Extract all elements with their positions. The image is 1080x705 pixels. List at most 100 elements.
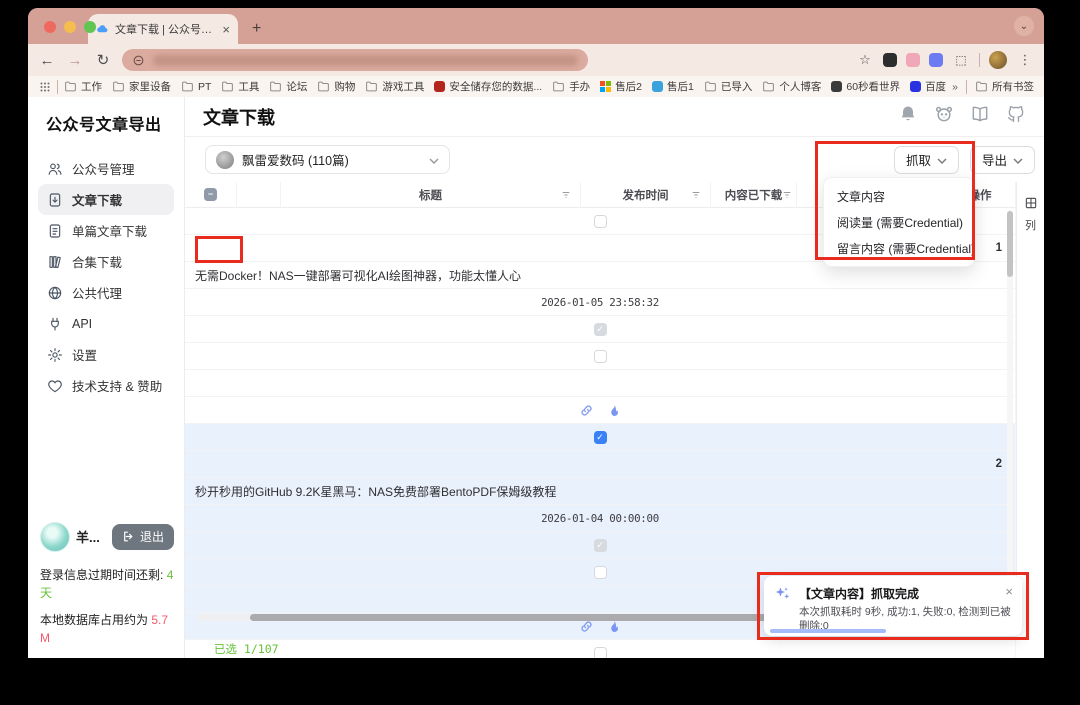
bookmarks-divider [966,80,967,94]
file-text-icon [47,223,63,239]
tab-search-icon[interactable]: ⌄ [1014,16,1034,36]
sidebar-item-gear[interactable]: 设置 [38,339,174,370]
sidebar-item-plug[interactable]: API [38,308,174,339]
extension-icon[interactable] [929,53,943,67]
bookmark-item[interactable]: 个人博客 [762,79,821,94]
bookmark-item[interactable]: 工作 [64,79,102,94]
tab-close-icon[interactable]: × [222,23,230,36]
extensions-puzzle-icon[interactable]: ⬚ [952,53,970,67]
row-select-checkbox[interactable]: ✓ [185,424,1016,451]
bookmark-item[interactable]: 家里设备 [112,79,171,94]
logout-button[interactable]: 退出 [112,524,174,550]
docs-book-icon[interactable] [970,104,990,129]
address-bar[interactable] [122,49,588,71]
folder-icon [181,80,194,93]
toast-close-icon[interactable]: × [999,585,1013,598]
all-bookmarks[interactable]: 所有书签 [975,79,1034,94]
folder-icon [221,80,234,93]
toast-progress-bar [770,629,886,633]
column-toggle-label[interactable]: 列 [1025,217,1036,233]
filter-icon[interactable] [561,190,571,200]
select-all-checkbox[interactable]: − [185,182,237,208]
url-redacted [153,55,578,66]
notification-bell-icon[interactable] [898,104,918,129]
folder-icon [317,80,330,93]
sidebar-item-file-download[interactable]: 文章下载 [38,184,174,215]
publish-time: 2026-01-05 23:58:32 [185,289,1016,316]
bookmark-item[interactable]: 游戏工具 [365,79,424,94]
dropdown-item[interactable]: 留言内容 (需要Credential) [824,235,974,261]
plug-icon [47,316,63,332]
reload-icon[interactable]: ↻ [94,51,112,69]
zoom-window-button[interactable] [84,21,96,33]
bookmark-item[interactable]: 售后1 [652,79,694,94]
extension-icon[interactable] [906,53,920,67]
bookmark-item[interactable]: 已导入 [704,79,753,94]
minimize-window-button[interactable] [64,21,76,33]
sidebar-item-library[interactable]: 合集下载 [38,246,174,277]
filter-icon[interactable] [691,190,701,200]
row-actions [185,397,1016,424]
copy-link-icon[interactable] [579,403,594,418]
fetch-fire-icon[interactable] [607,403,622,418]
chevron-down-icon [429,153,439,167]
chevron-down-icon [1013,153,1023,167]
globe-icon [47,285,63,301]
bookmarks-list: 工作家里设备 PT 工具论坛购物游戏工具安全储存您的数据... 手办售后2 售后1 已导入… [64,79,946,94]
login-expiry-note: 登录信息过期时间还剩: 4 天 [38,562,174,603]
bookmark-item[interactable]: 百度一下，你就知道 [910,79,946,94]
chevron-down-icon [937,153,947,167]
browser-menu-icon[interactable]: ⋮ [1016,52,1034,68]
sidebar-item-globe[interactable]: 公共代理 [38,277,174,308]
dropdown-item[interactable]: 阅读量 (需要Credential) [824,209,974,235]
tab-strip: 文章下载 | 公众号文章导出 × + ⌄ [28,8,1044,44]
close-window-button[interactable] [44,21,56,33]
forward-icon[interactable]: → [66,52,84,69]
bookmark-star-icon[interactable]: ☆ [856,52,874,68]
main-panel: 文章下载 飘雷爱数码 (110篇) [185,97,1044,658]
browser-toolbar: ← → ↻ ☆ ⬚ ⋮ [28,44,1044,76]
site-favicon [831,81,842,92]
filter-icon[interactable] [782,190,792,200]
account-select[interactable]: 飘雷爱数码 (110篇) [205,145,450,174]
bookmark-item[interactable]: 手办 [552,79,590,94]
profile-avatar[interactable] [989,51,1007,69]
bookmark-item[interactable]: PT [181,80,211,93]
fetch-button[interactable]: 抓取 [894,146,959,174]
bookmark-item[interactable]: 售后2 [600,79,642,94]
sidebar-item-heart[interactable]: 技术支持 & 赞助 [38,370,174,401]
export-button[interactable]: 导出 [970,146,1035,174]
mascot-dog-icon[interactable] [934,104,954,129]
browser-tab[interactable]: 文章下载 | 公众号文章导出 × [88,14,238,44]
logout-icon [122,530,135,543]
bookmark-item[interactable]: 购物 [317,79,355,94]
column-settings-panel: 列 [1016,182,1044,640]
dropdown-item[interactable]: 文章内容 [824,183,974,209]
new-tab-button[interactable]: + [252,20,261,38]
heart-icon [47,378,63,394]
bookmarks-overflow-icon[interactable]: » [952,81,958,93]
user-avatar [40,522,70,552]
account-avatar [216,151,234,169]
sidebar-item-file-text[interactable]: 单篇文章下载 [38,215,174,246]
folder-icon [64,80,77,93]
column-grid-icon[interactable] [1024,196,1038,215]
bookmark-item[interactable]: 60秒看世界 [831,79,900,94]
page-title: 文章下载 [203,104,275,130]
bookmark-item[interactable]: 安全储存您的数据... [434,79,542,94]
sidebar-item-users[interactable]: 公众号管理 [38,153,174,184]
gear-icon [47,347,63,363]
vertical-scrollbar-thumb[interactable] [1007,211,1013,277]
downloaded-checkbox: ✓ [185,316,1016,343]
bookmark-item[interactable]: 工具 [221,79,259,94]
extension-icon[interactable] [883,53,897,67]
site-favicon [600,81,611,92]
tab-title: 文章下载 | 公众号文章导出 [115,21,216,37]
tab-favicon-cloud-icon [96,23,109,36]
apps-grid-icon[interactable] [38,80,51,93]
folder-icon [365,80,378,93]
github-icon[interactable] [1006,104,1026,129]
publish-time-column-header: 发布时间 [581,182,711,208]
back-icon[interactable]: ← [38,52,56,69]
bookmark-item[interactable]: 论坛 [269,79,307,94]
